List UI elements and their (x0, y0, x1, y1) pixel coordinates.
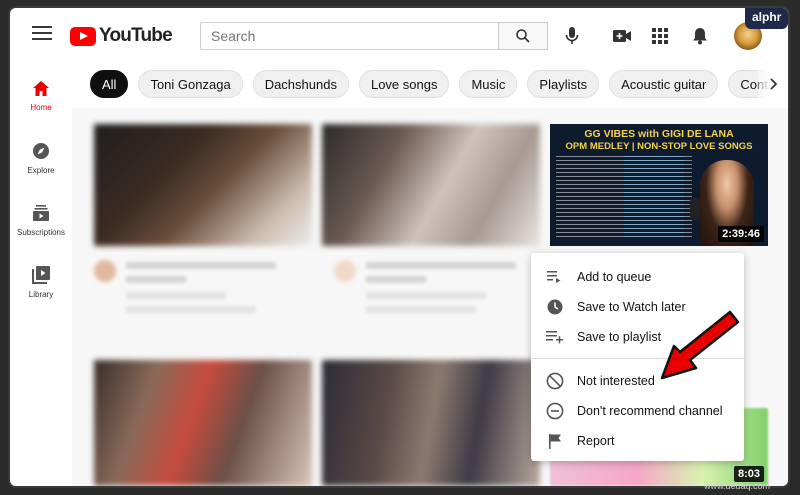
menu-item-add-to-queue[interactable]: Add to queue (531, 262, 744, 292)
menu-item-label: Save to playlist (577, 330, 662, 344)
browser-page: YouTube PH alphr All Toni Gonzaga Dachsh… (10, 8, 788, 486)
sidebar-item-library[interactable]: Library (10, 266, 72, 328)
guide-sidebar: Home Explore Subscriptions Library (10, 64, 72, 486)
video-duration-badge-2: 8:03 (733, 466, 764, 482)
video-thumbnail-2[interactable] (322, 124, 540, 246)
search-input[interactable] (200, 22, 499, 50)
chip-playlists[interactable]: Playlists (527, 70, 600, 98)
watermark: www.deuaq.com (704, 481, 771, 491)
video-thumbnail-1[interactable] (94, 124, 312, 246)
video-meta-blur-2 (366, 292, 486, 299)
channel-avatar-1[interactable] (94, 260, 116, 282)
add-to-queue-icon (545, 267, 565, 287)
thumbnail-title-line2: OPM MEDLEY | NON-STOP LOVE SONGS (565, 141, 753, 152)
youtube-play-icon (70, 26, 96, 46)
menu-item-label: Not interested (577, 374, 655, 388)
menu-item-label: Add to queue (577, 270, 652, 284)
sidebar-item-home[interactable]: Home (10, 80, 72, 142)
video-meta-blur-1 (126, 292, 226, 299)
sidebar-label-subscriptions: Subscriptions (16, 228, 66, 237)
notifications-bell-icon[interactable] (688, 24, 712, 48)
menu-item-label: Don't recommend channel (577, 404, 723, 418)
logo-text: YouTube (99, 25, 173, 46)
chip-dachshunds[interactable]: Dachshunds (252, 70, 349, 98)
search-button[interactable] (498, 22, 548, 50)
block-icon (545, 371, 565, 391)
sidebar-label-library: Library (28, 290, 54, 299)
video-title-blur-2b (366, 276, 426, 283)
clock-icon (545, 297, 565, 317)
apps-grid-icon[interactable] (648, 24, 672, 48)
menu-item-dont-recommend-channel[interactable]: Don't recommend channel (531, 396, 744, 426)
sidebar-item-explore[interactable]: Explore (10, 142, 72, 204)
chip-acoustic-guitar[interactable]: Acoustic guitar (609, 70, 719, 98)
library-icon (32, 266, 50, 284)
video-thumbnail-gg-vibes[interactable]: GG VIBES with GIGI DE LANA OPM MEDLEY | … (550, 124, 768, 246)
video-meta-blur-2b (366, 306, 476, 313)
create-video-icon[interactable] (610, 24, 634, 48)
flag-icon (545, 431, 565, 451)
sidebar-item-subscriptions[interactable]: Subscriptions (10, 204, 72, 266)
top-bar: YouTube PH alphr (10, 8, 788, 64)
channel-avatar-2[interactable] (334, 260, 356, 282)
search-icon (516, 29, 530, 43)
thumbnail-song-list-2 (624, 156, 684, 240)
chip-music[interactable]: Music (459, 70, 518, 98)
home-icon (33, 81, 49, 96)
microphone-icon[interactable] (560, 24, 584, 48)
menu-item-label: Report (577, 434, 615, 448)
chip-toni-gonzaga[interactable]: Toni Gonzaga (138, 70, 243, 98)
video-title-blur-1b (126, 276, 186, 283)
sidebar-label-explore: Explore (27, 166, 55, 175)
chevron-right-icon (770, 78, 777, 90)
chips-next-button[interactable] (758, 68, 788, 100)
video-meta-blur-1b (126, 306, 256, 313)
video-title-blur-1 (126, 262, 276, 269)
chip-all[interactable]: All (90, 70, 129, 98)
menu-item-report[interactable]: Report (531, 426, 744, 456)
hamburger-menu-icon[interactable] (32, 26, 52, 42)
remove-circle-icon (545, 401, 565, 421)
video-thumbnail-4[interactable] (322, 360, 540, 486)
filter-chips-bar: All Toni Gonzaga Dachshunds Love songs M… (90, 68, 788, 100)
thumbnail-title-line1: GG VIBES with GIGI DE LANA (584, 128, 734, 140)
chip-love-songs[interactable]: Love songs (358, 70, 450, 98)
thumbnail-microphone-image (690, 198, 700, 220)
sidebar-label-home: Home (30, 103, 52, 112)
youtube-logo[interactable]: YouTube PH (70, 22, 221, 47)
annotation-arrow-icon (660, 310, 740, 380)
playlist-add-icon (545, 327, 565, 347)
compass-icon (33, 143, 49, 159)
video-duration-badge: 2:39:46 (718, 226, 764, 242)
video-title-blur-2 (366, 262, 516, 269)
video-thumbnail-3[interactable] (94, 360, 312, 486)
subscriptions-icon (33, 205, 49, 221)
alphr-badge: alphr (745, 8, 788, 29)
